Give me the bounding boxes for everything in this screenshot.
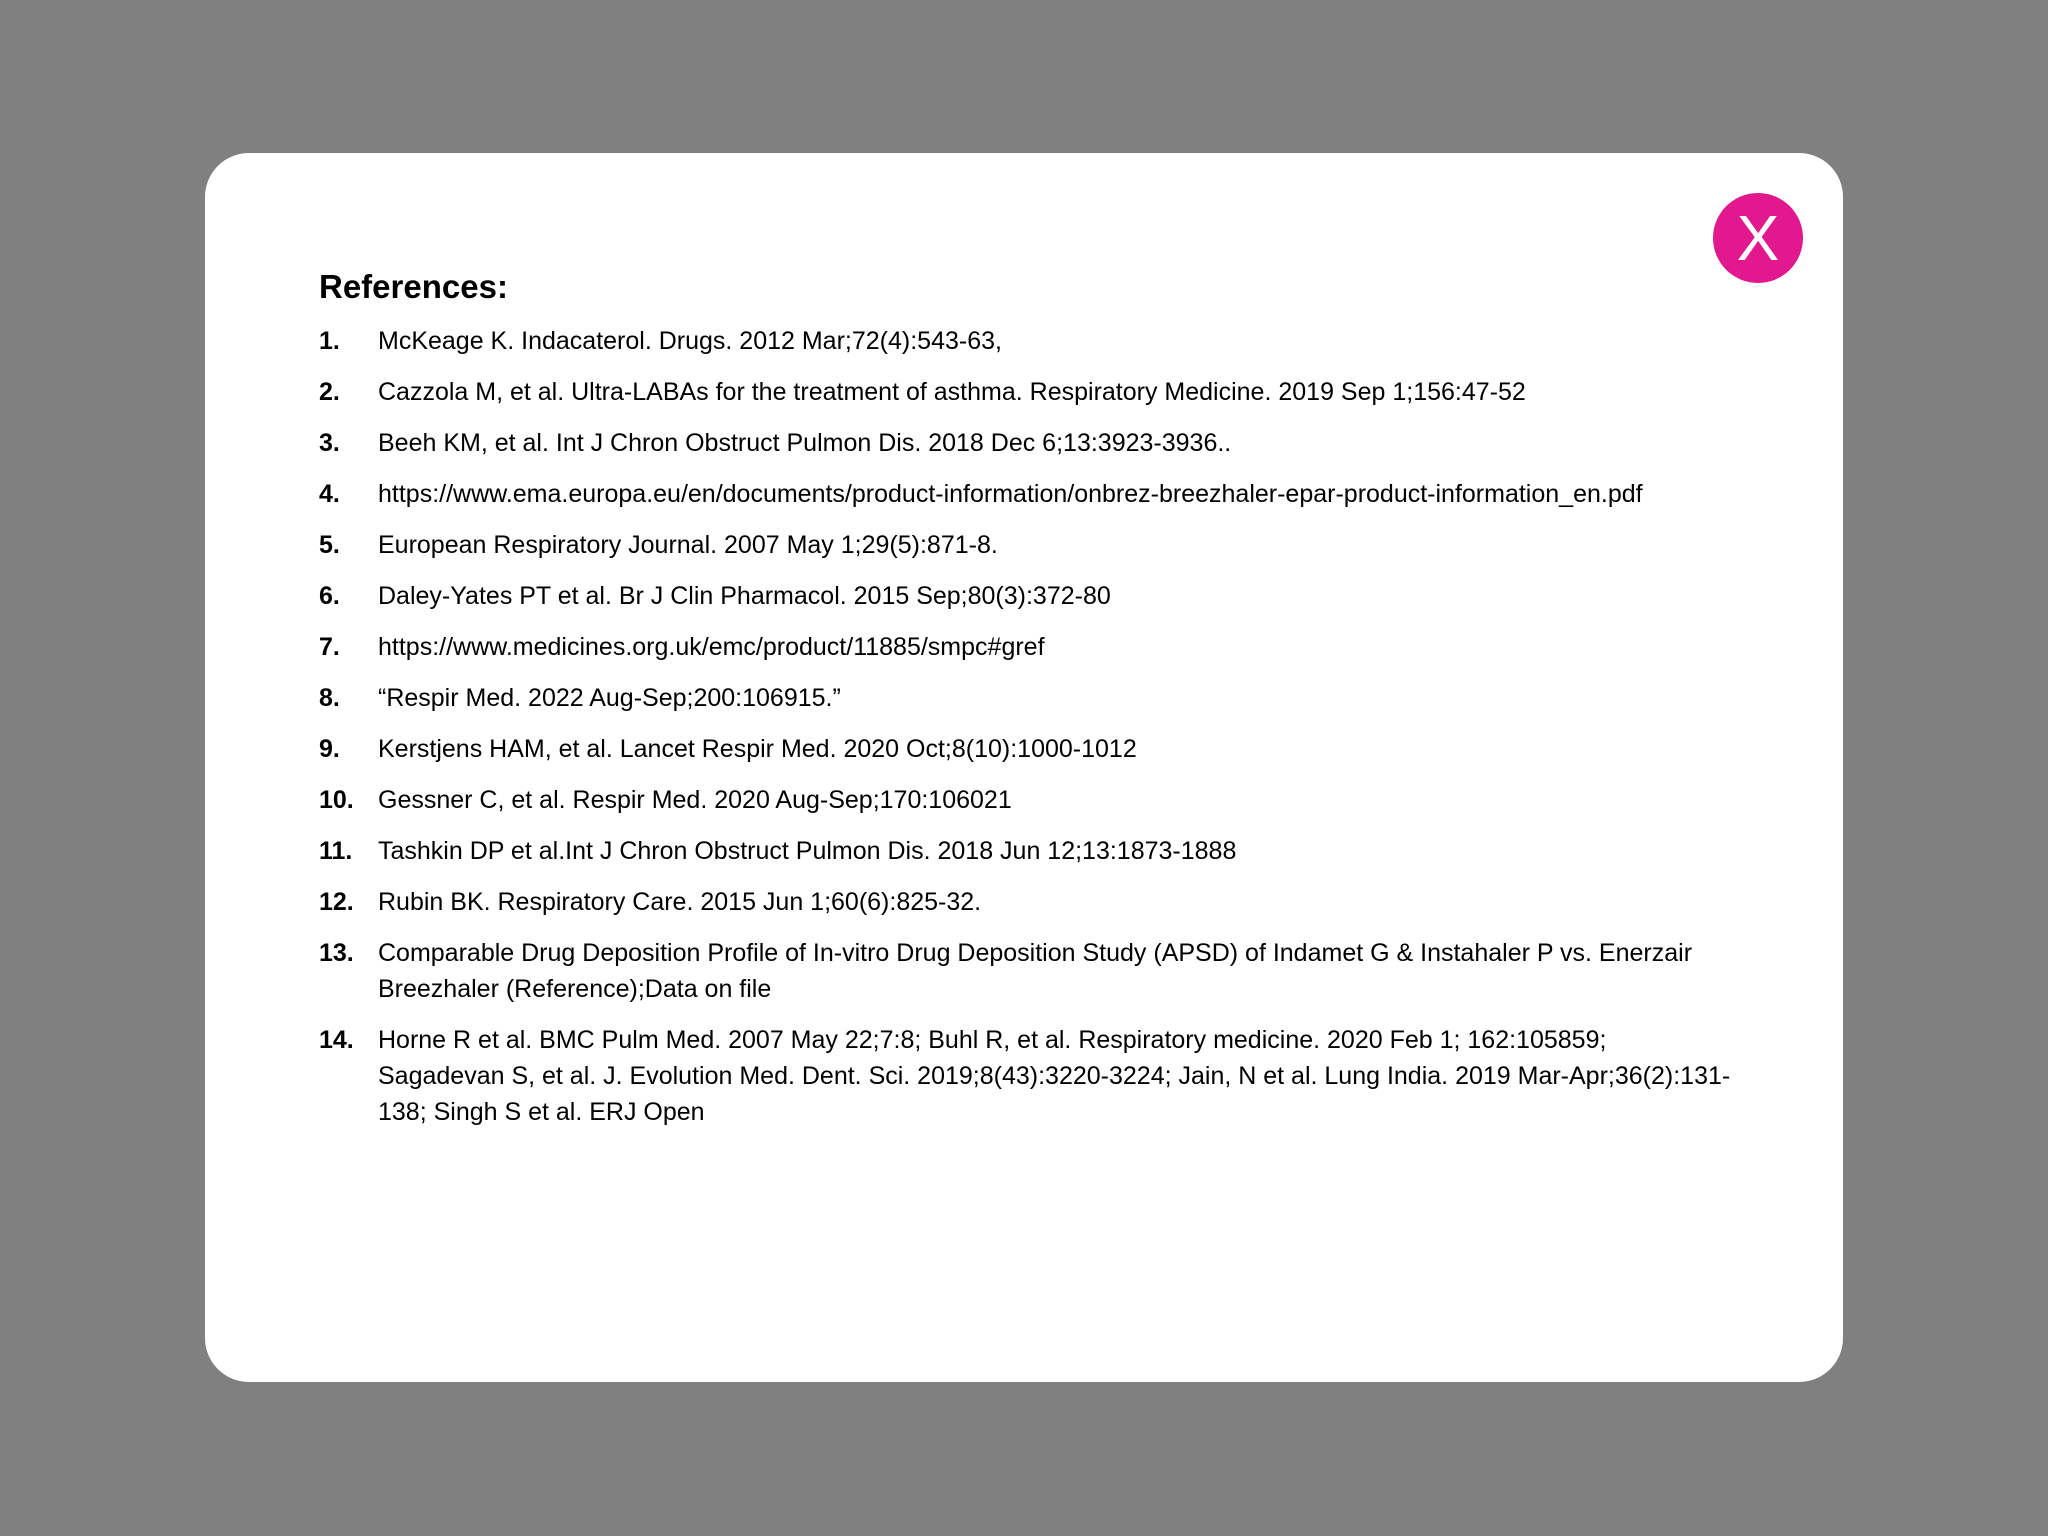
reference-number: 4. [319, 480, 340, 508]
reference-item-13: 13. Comparable Drug Deposition Profile o… [319, 935, 1739, 1007]
reference-number: 2. [319, 378, 340, 406]
reference-number: 14. [319, 1026, 354, 1054]
reference-item-4: 4. https://www.ema.europa.eu/en/document… [319, 476, 1739, 512]
reference-number: 1. [319, 327, 340, 355]
reference-number: 8. [319, 684, 340, 712]
reference-item-9: 9. Kerstjens HAM, et al. Lancet Respir M… [319, 731, 1739, 767]
reference-number: 11. [319, 837, 353, 865]
reference-number: 6. [319, 582, 340, 610]
reference-item-8: 8. “Respir Med. 2022 Aug-Sep;200:106915.… [319, 680, 1739, 716]
reference-item-2: 2. Cazzola M, et al. Ultra-LABAs for the… [319, 374, 1739, 410]
close-button[interactable]: X [1713, 193, 1803, 283]
reference-item-10: 10. Gessner C, et al. Respir Med. 2020 A… [319, 782, 1739, 818]
reference-number: 9. [319, 735, 340, 763]
reference-text: European Respiratory Journal. 2007 May 1… [378, 531, 998, 559]
reference-link: https://www.ema.europa.eu/en/documents/p… [378, 480, 1643, 508]
reference-number: 3. [319, 429, 340, 457]
reference-text: Cazzola M, et al. Ultra-LABAs for the tr… [378, 378, 1526, 406]
reference-item-12: 12. Rubin BK. Respiratory Care. 2015 Jun… [319, 884, 1739, 920]
reference-link: https://www.medicines.org.uk/emc/product… [378, 633, 1045, 661]
reference-item-1: 1. McKeage K. Indacaterol. Drugs. 2012 M… [319, 323, 1739, 359]
reference-number: 13. [319, 939, 354, 967]
reference-text: Gessner C, et al. Respir Med. 2020 Aug-S… [378, 786, 1012, 814]
references-modal: X References: 1. McKeage K. Indacaterol.… [205, 153, 1843, 1382]
reference-item-6: 6. Daley-Yates PT et al. Br J Clin Pharm… [319, 578, 1739, 614]
reference-item-14: 14. Horne R et al. BMC Pulm Med. 2007 Ma… [319, 1022, 1739, 1130]
reference-text: McKeage K. Indacaterol. Drugs. 2012 Mar;… [378, 327, 1002, 355]
reference-item-11: 11. Tashkin DP et al.Int J Chron Obstruc… [319, 833, 1739, 869]
reference-text: Daley-Yates PT et al. Br J Clin Pharmaco… [378, 582, 1111, 610]
reference-number: 12. [319, 888, 354, 916]
reference-text: Beeh KM, et al. Int J Chron Obstruct Pul… [378, 429, 1232, 457]
reference-text: Comparable Drug Deposition Profile of In… [378, 939, 1693, 1003]
reference-item-7: 7. https://www.medicines.org.uk/emc/prod… [319, 629, 1739, 665]
close-icon: X [1736, 202, 1780, 274]
reference-number: 7. [319, 633, 340, 661]
reference-text: Rubin BK. Respiratory Care. 2015 Jun 1;6… [378, 888, 982, 916]
references-title: References: [319, 268, 508, 305]
reference-number: 10. [319, 786, 354, 814]
modal-backdrop[interactable]: X References: 1. McKeage K. Indacaterol.… [0, 0, 2048, 1536]
reference-text: “Respir Med. 2022 Aug-Sep;200:106915.” [378, 684, 841, 712]
reference-number: 5. [319, 531, 340, 559]
reference-item-3: 3. Beeh KM, et al. Int J Chron Obstruct … [319, 425, 1739, 461]
reference-list: 1. McKeage K. Indacaterol. Drugs. 2012 M… [319, 323, 1739, 1145]
reference-text: Kerstjens HAM, et al. Lancet Respir Med.… [378, 735, 1137, 763]
reference-item-5: 5. European Respiratory Journal. 2007 Ma… [319, 527, 1739, 563]
reference-text: Horne R et al. BMC Pulm Med. 2007 May 22… [378, 1026, 1731, 1126]
reference-text: Tashkin DP et al.Int J Chron Obstruct Pu… [378, 837, 1237, 865]
